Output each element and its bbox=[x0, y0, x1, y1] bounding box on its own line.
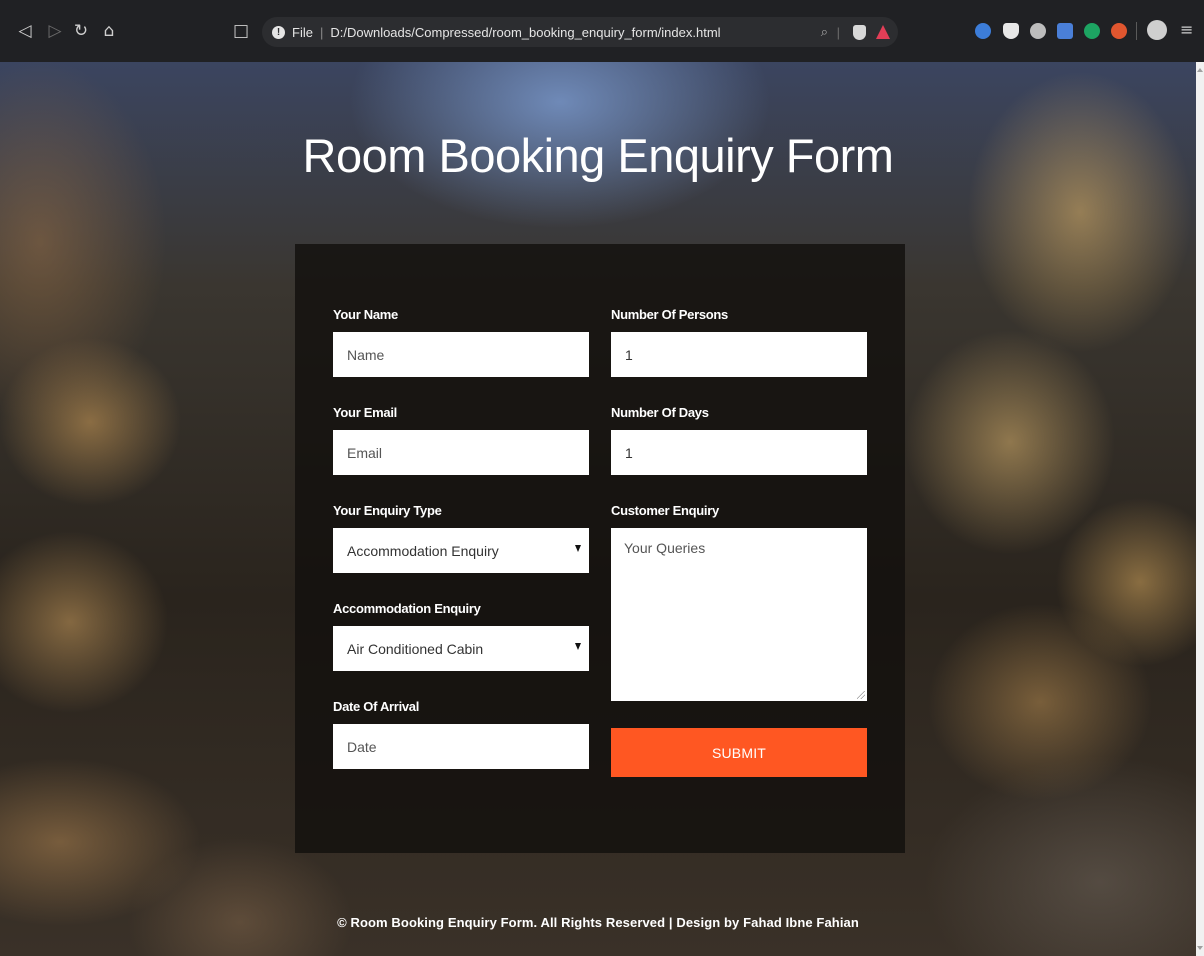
extension-6-icon[interactable] bbox=[1111, 23, 1127, 39]
customer-enquiry-label: Customer Enquiry bbox=[611, 503, 719, 518]
name-label: Your Name bbox=[333, 307, 398, 322]
chevron-down-icon bbox=[575, 545, 581, 552]
browser-toolbar: ◁ ▷ ↻ ⌂ □ ! File | D:/Downloads/Compress… bbox=[0, 0, 1204, 63]
extension-5-icon[interactable] bbox=[1084, 23, 1100, 39]
scroll-up-icon[interactable] bbox=[1197, 68, 1203, 72]
extension-3-icon[interactable] bbox=[1030, 23, 1046, 39]
booking-form: Your Name Name Your Email Email Your Enq… bbox=[295, 244, 905, 853]
accommodation-value: Air Conditioned Cabin bbox=[347, 640, 484, 657]
menu-icon[interactable]: ≡ bbox=[1180, 20, 1193, 39]
profile-icon[interactable] bbox=[1147, 20, 1167, 40]
brave-shield-icon[interactable] bbox=[853, 24, 866, 40]
extension-1-icon[interactable] bbox=[975, 23, 991, 39]
footer-copyright: © Room Booking Enquiry Form. All Rights … bbox=[337, 915, 859, 930]
submit-button[interactable]: SUBMIT bbox=[611, 728, 867, 777]
brave-rewards-icon[interactable] bbox=[876, 25, 890, 39]
customer-enquiry-placeholder: Your Queries bbox=[624, 540, 706, 556]
enquiry-type-label: Your Enquiry Type bbox=[333, 503, 442, 518]
zoom-icon[interactable]: ⌕ bbox=[821, 25, 828, 40]
url-scheme: File bbox=[292, 24, 313, 40]
customer-enquiry-textarea[interactable]: Your Queries bbox=[611, 528, 867, 701]
persons-input[interactable]: 1 bbox=[611, 332, 867, 377]
back-icon[interactable]: ◁ bbox=[12, 0, 38, 62]
email-label: Your Email bbox=[333, 405, 397, 420]
page-title: Room Booking Enquiry Form bbox=[302, 129, 894, 182]
bookmark-icon[interactable]: □ bbox=[228, 0, 254, 62]
arrival-date-input[interactable]: Date bbox=[333, 724, 589, 769]
persons-label: Number Of Persons bbox=[611, 307, 728, 322]
toolbar-divider bbox=[1136, 22, 1137, 40]
url-text[interactable]: D:/Downloads/Compressed/room_booking_enq… bbox=[330, 25, 720, 40]
url-divider: | bbox=[319, 24, 324, 40]
days-input[interactable]: 1 bbox=[611, 430, 867, 475]
accommodation-select[interactable]: Air Conditioned Cabin bbox=[333, 626, 589, 671]
name-input[interactable]: Name bbox=[333, 332, 589, 377]
enquiry-type-select[interactable]: Accommodation Enquiry bbox=[333, 528, 589, 573]
forward-icon[interactable]: ▷ bbox=[42, 0, 68, 62]
scroll-down-icon[interactable] bbox=[1197, 946, 1203, 950]
extension-4-icon[interactable] bbox=[1057, 23, 1073, 39]
enquiry-type-value: Accommodation Enquiry bbox=[347, 542, 499, 559]
vertical-scrollbar[interactable] bbox=[1196, 62, 1204, 956]
info-icon[interactable]: ! bbox=[272, 25, 285, 39]
accommodation-label: Accommodation Enquiry bbox=[333, 601, 481, 616]
url-divider-2: | bbox=[836, 24, 840, 40]
arrival-label: Date Of Arrival bbox=[333, 699, 420, 714]
page-background: Room Booking Enquiry Form Your Name Name… bbox=[0, 62, 1196, 956]
home-icon[interactable]: ⌂ bbox=[96, 0, 122, 62]
extension-2-icon[interactable] bbox=[1003, 23, 1019, 39]
chevron-down-icon bbox=[575, 643, 581, 650]
email-input[interactable]: Email bbox=[333, 430, 589, 475]
address-bar[interactable]: ! File | D:/Downloads/Compressed/room_bo… bbox=[262, 17, 898, 47]
days-label: Number Of Days bbox=[611, 405, 709, 420]
reload-icon[interactable]: ↻ bbox=[68, 0, 94, 62]
resize-handle-icon[interactable] bbox=[857, 691, 865, 699]
